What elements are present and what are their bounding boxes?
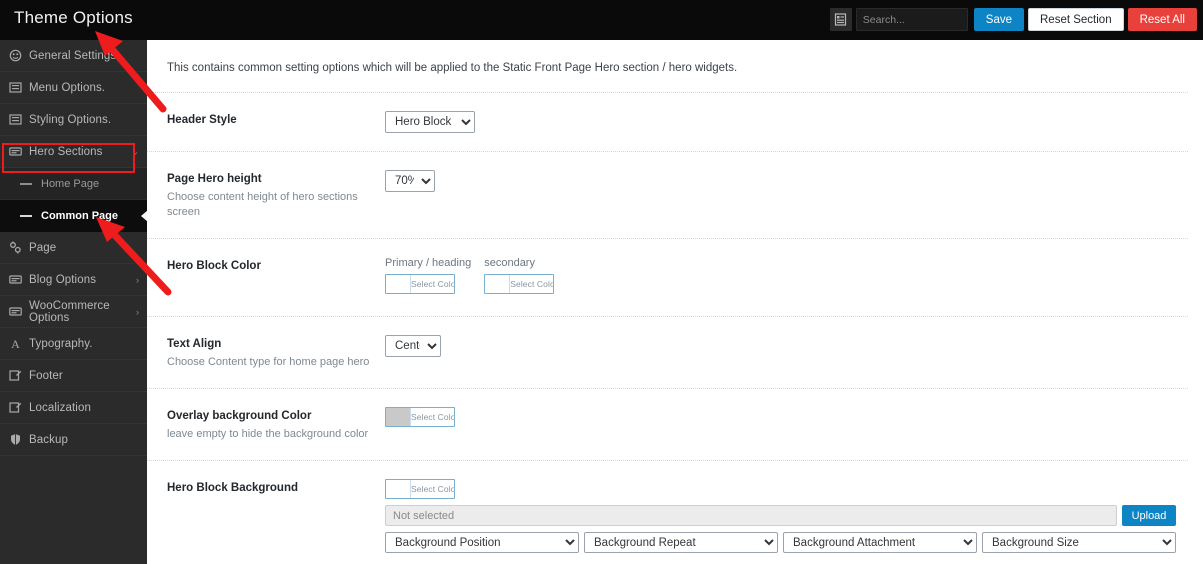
annotation-arrows [95,31,172,296]
annotation-arrow-to-title [95,31,167,113]
theme-options-app: Theme Options Save Reset Section Reset A… [0,0,1203,564]
annotation-arrow-to-common-page [96,217,172,296]
